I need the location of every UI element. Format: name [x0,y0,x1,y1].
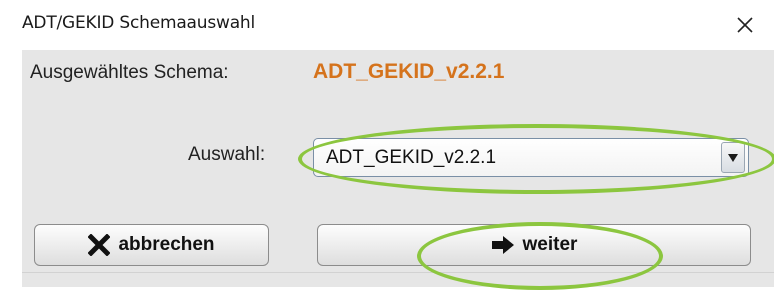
dialog-content: Ausgewähltes Schema: ADT_GEKID_v2.2.1 Au… [22,50,774,290]
next-button[interactable]: weiter [317,224,751,266]
x-icon [88,234,111,256]
title-bar: ADT/GEKID Schemaauswahl [0,0,774,50]
dropdown-arrow-icon [728,153,738,162]
selected-schema-value: ADT_GEKID_v2.2.1 [313,60,505,83]
divider [22,272,774,273]
schema-select-value: ADT_GEKID_v2.2.1 [326,147,497,168]
dropdown-button[interactable] [721,142,745,173]
selected-schema-label: Ausgewähltes Schema: [30,62,229,83]
arrow-right-icon [491,236,514,254]
cancel-button-label: abbrechen [118,234,215,255]
cancel-button[interactable]: abbrechen [34,224,269,266]
window-title: ADT/GEKID Schemaauswahl [22,13,256,33]
close-icon [737,17,753,33]
selection-label: Auswahl: [188,144,266,165]
schema-select[interactable]: ADT_GEKID_v2.2.1 [313,138,749,177]
close-button[interactable] [716,0,774,50]
next-button-label: weiter [522,234,578,255]
